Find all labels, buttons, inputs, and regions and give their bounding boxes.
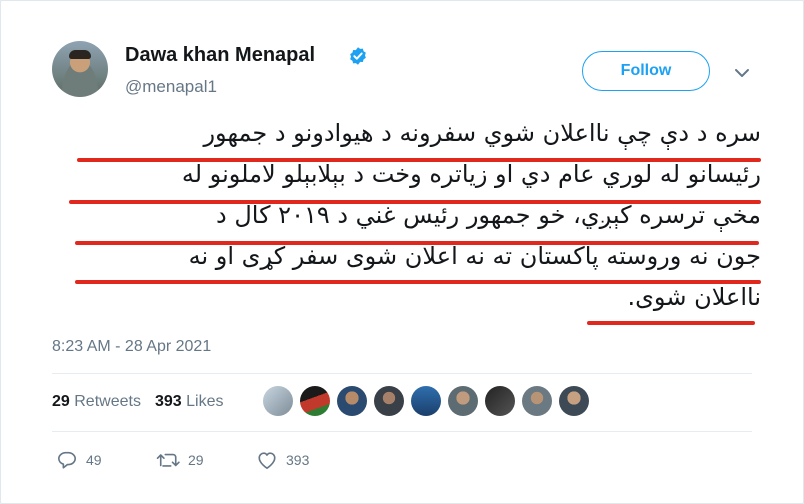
retweets-label: Retweets <box>74 393 141 410</box>
likes-count: 393 <box>154 393 182 410</box>
author-name[interactable]: Dawa khan Menapal <box>125 44 315 67</box>
red-underline-5 <box>587 321 755 325</box>
heart-icon <box>258 452 276 469</box>
tweet-timestamp[interactable]: 8:23 AM - 28 Apr 2021 <box>52 338 211 356</box>
liker-avatar[interactable] <box>559 386 589 416</box>
retweet-icon <box>156 453 180 467</box>
author-handle[interactable]: @menapal1 <box>125 77 217 97</box>
divider-bottom <box>52 431 752 432</box>
like-count: 393 <box>286 452 310 468</box>
reply-count: 49 <box>86 452 102 468</box>
retweets-stat[interactable]: 29 Retweets <box>52 393 141 410</box>
chevron-down-icon[interactable] <box>734 67 750 79</box>
likes-label: Likes <box>186 393 224 410</box>
likes-stat[interactable]: 393 Likes <box>155 393 224 410</box>
author-avatar[interactable] <box>52 41 108 97</box>
liker-avatar[interactable] <box>263 386 293 416</box>
like-action[interactable]: 393 <box>256 450 309 470</box>
tweet-card: Dawa khan Menapal @menapal1 Follow سره د… <box>0 0 804 504</box>
divider-top <box>52 373 752 374</box>
red-underline-3 <box>75 241 759 245</box>
tweet-line-1: سره د دې چې نااعلان شوي سفرونه د هیوادون… <box>203 119 761 147</box>
reply-icon <box>58 451 76 469</box>
liker-avatar[interactable] <box>485 386 515 416</box>
liker-avatar[interactable] <box>337 386 367 416</box>
retweet-count: 29 <box>188 452 204 468</box>
liker-avatar[interactable] <box>300 386 330 416</box>
avatar-hair <box>69 50 91 59</box>
liker-avatar[interactable] <box>411 386 441 416</box>
engagement-stats: 29 Retweets 393 Likes <box>52 393 223 411</box>
liker-avatar[interactable] <box>374 386 404 416</box>
reply-action[interactable]: 49 <box>56 450 102 470</box>
follow-button[interactable]: Follow <box>582 51 710 91</box>
liker-avatar[interactable] <box>448 386 478 416</box>
retweet-action[interactable]: 29 <box>156 450 204 470</box>
red-underline-1 <box>77 158 761 162</box>
red-underline-4 <box>75 280 761 284</box>
retweets-count: 29 <box>52 393 70 410</box>
red-underline-2 <box>69 200 761 204</box>
liker-avatar[interactable] <box>522 386 552 416</box>
verified-badge-icon <box>350 47 366 65</box>
tweet-text: سره د دې چې نااعلان شوي سفرونه د هیوادون… <box>61 113 761 318</box>
